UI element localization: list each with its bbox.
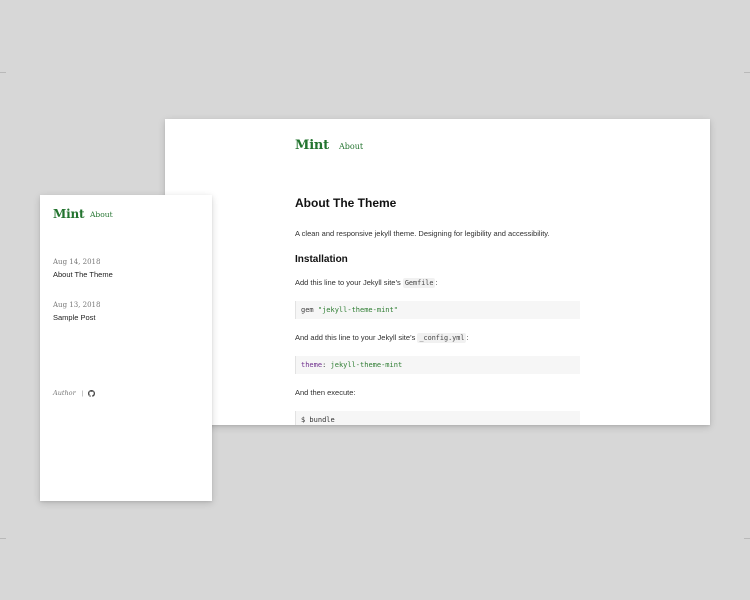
installation-heading: Installation — [295, 254, 348, 265]
post-date: Aug 14, 2018 — [53, 258, 101, 266]
config-instruction-prefix: And add this line to your Jekyll site’s — [295, 333, 418, 342]
desktop-preview-card: Mint About About The Theme A clean and r… — [165, 119, 710, 425]
article-title: About The Theme — [295, 196, 397, 210]
mobile-brand-link[interactable]: Mint — [53, 207, 85, 221]
article-intro: A clean and responsive jekyll theme. Des… — [295, 229, 550, 238]
config-instruction-suffix: : — [466, 333, 469, 342]
theme-code-block[interactable]: theme: jekyll-theme-mint — [295, 356, 580, 374]
author-label: Author — [53, 389, 76, 397]
mobile-about-link[interactable]: About — [90, 210, 113, 219]
theme-separator: : — [322, 361, 331, 369]
footer-separator: | — [81, 389, 84, 397]
desktop-about-link[interactable]: About — [339, 142, 363, 151]
right-bottom-edge-marker — [744, 538, 750, 539]
gemfile-inline-code: Gemfile — [402, 278, 436, 288]
gemfile-instruction-suffix: : — [435, 278, 438, 287]
post-date: Aug 13, 2018 — [53, 301, 101, 309]
desktop-brand-link[interactable]: Mint — [295, 138, 329, 153]
post-title-link[interactable]: About The Theme — [53, 270, 193, 279]
mobile-preview-card: Mint About Aug 14, 2018 About The Theme … — [40, 195, 212, 501]
left-top-edge-marker — [0, 72, 6, 73]
theme-value: jekyll-theme-mint — [330, 361, 403, 369]
theme-article: About The Theme A clean and responsive j… — [295, 195, 580, 425]
post-list-item: Aug 13, 2018 Sample Post — [53, 301, 193, 322]
post-list-item: Aug 14, 2018 About The Theme — [53, 258, 193, 279]
bundle-code-block[interactable]: $ bundle — [295, 411, 580, 425]
right-top-edge-marker — [744, 72, 750, 73]
post-list: Aug 14, 2018 About The Theme Aug 13, 201… — [53, 258, 193, 344]
bundle-command: $ bundle — [301, 416, 335, 424]
post-title-link[interactable]: Sample Post — [53, 313, 193, 322]
left-bottom-edge-marker — [0, 538, 6, 539]
gem-string: "jekyll-theme-mint" — [317, 306, 398, 314]
execute-instruction: And then execute: — [295, 388, 356, 397]
config-inline-code: _config.yml — [417, 333, 467, 343]
github-icon[interactable] — [88, 389, 96, 397]
gem-keyword: gem — [301, 306, 318, 314]
gemfile-instruction-prefix: Add this line to your Jekyll site’s — [295, 278, 403, 287]
gemfile-instruction: Add this line to your Jekyll site’s Gemf… — [295, 278, 580, 288]
config-instruction: And add this line to your Jekyll site’s … — [295, 333, 580, 343]
gem-code-block[interactable]: gem "jekyll-theme-mint" — [295, 301, 580, 319]
mobile-footer: Author | — [53, 388, 96, 398]
theme-key: theme — [301, 361, 323, 369]
